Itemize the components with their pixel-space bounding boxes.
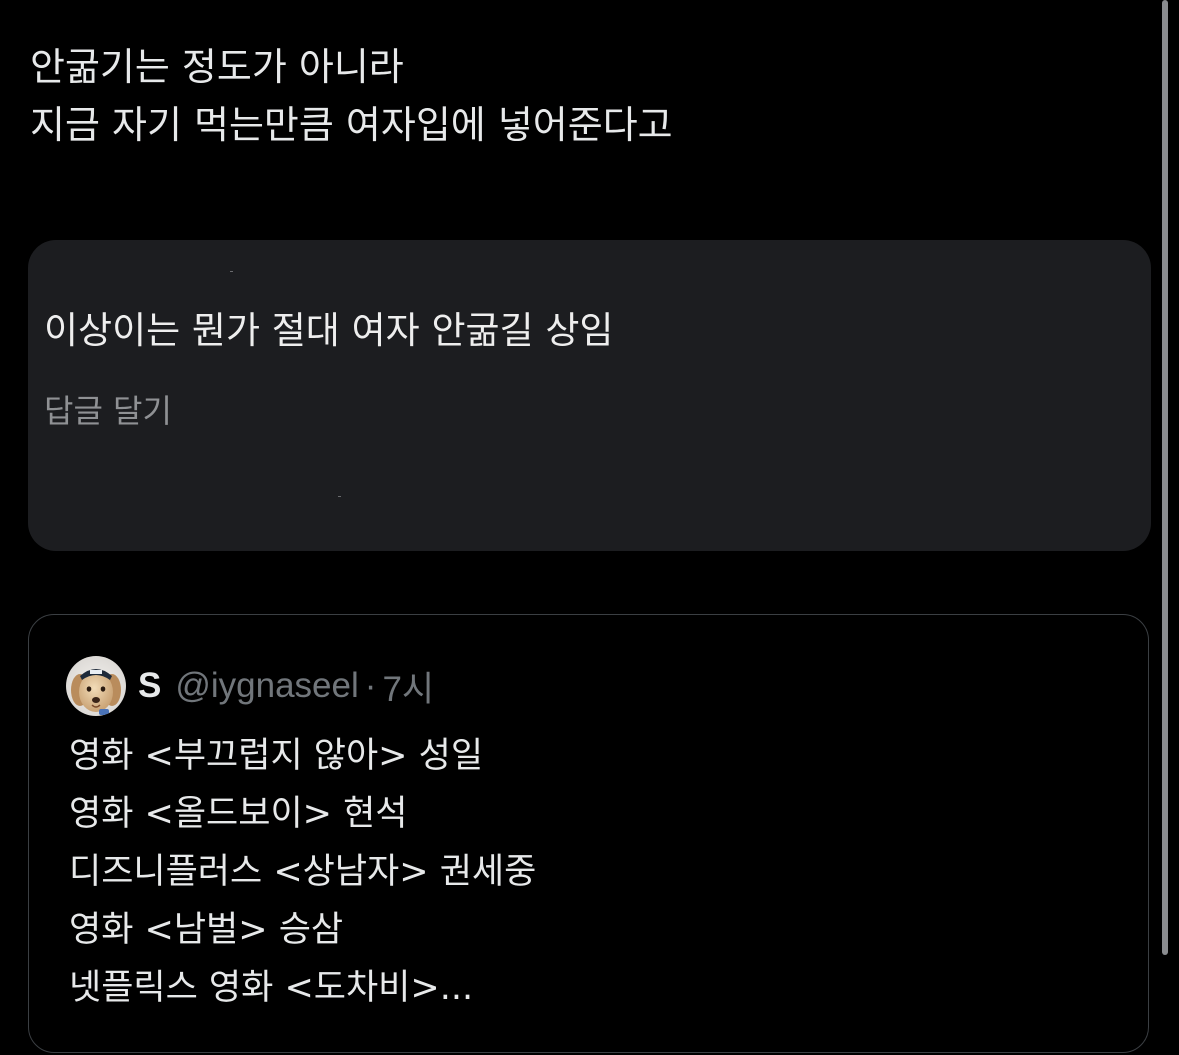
dog-avatar-icon[interactable] — [66, 656, 126, 716]
embedded-comment-screenshot: 이상이는 뭔가 절대 여자 안굶길 상임 답글 달기 — [28, 240, 1151, 551]
post-text-line: 안굶기는 정도가 아니라 — [30, 45, 404, 89]
quoted-post-line: 디즈니플러스 <상남자> 권세중 — [69, 852, 537, 892]
reply-link[interactable]: 답글 달기 — [44, 388, 172, 434]
scrollbar[interactable] — [1160, 0, 1170, 960]
quoted-author-handle[interactable]: @iygnaseel — [175, 666, 358, 706]
quoted-post-line: 영화 <남벌> 승삼 — [69, 910, 344, 950]
quoted-post-line: 넷플릭스 영화 <도차비>... — [69, 968, 474, 1008]
embedded-comment-text: 이상이는 뭔가 절대 여자 안굶길 상임 — [44, 309, 614, 352]
quoted-post-line: 영화 <부끄럽지 않아> 성일 — [69, 736, 484, 776]
speck-mark — [338, 496, 341, 497]
quoted-post-card[interactable]: S @iygnaseel · 7시 영화 <부끄럽지 않아> 성일 영화 <올드… — [28, 614, 1149, 1053]
quoted-post-header: S @iygnaseel · 7시 — [66, 655, 434, 717]
quoted-post-body: 영화 <부끄럽지 않아> 성일 영화 <올드보이> 현석 디즈니플러스 <상남자… — [69, 727, 536, 1017]
post-text: 안굶기는 정도가 아니라 지금 자기 먹는만큼 여자입에 넣어준다고 — [30, 38, 1130, 154]
speck-mark — [230, 271, 233, 272]
meta-separator: · — [364, 666, 377, 705]
quoted-post-time[interactable]: 7시 — [382, 661, 434, 712]
scrollbar-thumb[interactable] — [1162, 0, 1168, 955]
quoted-author-name[interactable]: S — [138, 666, 161, 706]
post-text-line: 지금 자기 먹는만큼 여자입에 넣어준다고 — [30, 103, 673, 147]
quoted-post-line: 영화 <올드보이> 현석 — [69, 794, 408, 834]
